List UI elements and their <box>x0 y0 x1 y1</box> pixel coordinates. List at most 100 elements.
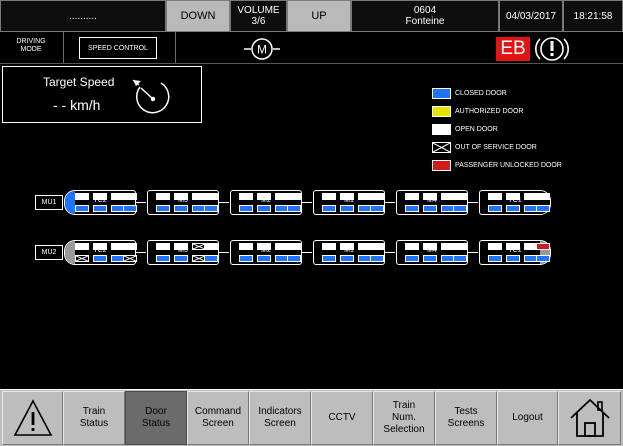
volume-value: 3/6 <box>251 16 266 27</box>
train-car[interactable]: TC1 <box>479 190 551 215</box>
door-closed <box>340 255 354 262</box>
door-closed <box>287 205 301 212</box>
door-closed <box>423 255 437 262</box>
door-open <box>239 243 253 250</box>
door-open <box>536 193 550 200</box>
tests-screens-label: Tests Screens <box>447 406 485 429</box>
indicators-screen-label: Indicators Screen <box>258 406 302 429</box>
volume-down-label: DOWN <box>180 9 216 22</box>
door-open <box>506 193 520 200</box>
cctv-label: CCTV <box>328 412 356 423</box>
legend-label: CLOSED DOOR <box>455 90 507 97</box>
train-car[interactable]: TC1 <box>479 240 551 265</box>
door-open <box>257 243 271 250</box>
cab-end-left <box>65 241 75 264</box>
mode-bar: DRIVING MODE SPEED CONTROL M EB <box>0 32 623 64</box>
door-legend: CLOSED DOOR AUTHORIZED DOOR OPEN DOOR OUT O… <box>432 86 612 176</box>
train-car[interactable]: M1 <box>313 240 385 265</box>
door-closed <box>123 205 137 212</box>
door-open <box>423 193 437 200</box>
time-text: 18:21:58 <box>573 10 613 22</box>
door-closed <box>239 205 253 212</box>
door-closed <box>488 205 502 212</box>
station-display: 0604 Fonteine <box>351 0 499 32</box>
command-screen-button[interactable]: Command Screen <box>187 391 249 445</box>
train-car[interactable]: M3 <box>147 240 219 265</box>
tests-screens-button[interactable]: Tests Screens <box>435 391 497 445</box>
legend-item-oos: OUT OF SERVICE DOOR <box>432 140 612 158</box>
door-open <box>488 193 502 200</box>
door-open <box>75 243 89 250</box>
door-open <box>93 193 107 200</box>
volume-up-button[interactable]: UP <box>287 0 351 32</box>
door-open <box>239 193 253 200</box>
home-button[interactable] <box>558 391 621 445</box>
volume-down-button[interactable]: DOWN <box>166 0 230 32</box>
car-coupler <box>302 202 312 203</box>
station-name: Fonteine <box>405 16 445 27</box>
door-closed <box>423 205 437 212</box>
door-open <box>123 243 137 250</box>
door-closed <box>204 255 218 262</box>
legend-label: OPEN DOOR <box>455 126 498 133</box>
door-open <box>370 193 384 200</box>
car-coupler <box>219 202 229 203</box>
door-open <box>506 243 520 250</box>
train-car[interactable]: TC2 <box>64 240 137 265</box>
target-speed-title: Target Speed <box>43 75 115 89</box>
target-speed-value: - - km/h <box>53 97 101 113</box>
door-open <box>405 193 419 200</box>
car-coupler <box>468 252 478 253</box>
date-display: 04/03/2017 <box>499 0 563 32</box>
alarm-icon <box>535 37 569 61</box>
door-closed <box>75 205 89 212</box>
car-coupler <box>219 252 229 253</box>
target-speed-panel: Target Speed - - km/h <box>2 66 202 123</box>
door-open <box>93 243 107 250</box>
door-status-button[interactable]: Door Status <box>125 391 187 445</box>
door-closed <box>257 205 271 212</box>
train-car[interactable]: TC2 <box>64 190 137 215</box>
warning-button[interactable] <box>2 391 63 445</box>
door-oos <box>123 255 137 262</box>
train-car[interactable]: M4 <box>396 190 468 215</box>
door-closed <box>340 205 354 212</box>
train-status-button[interactable]: Train Status <box>63 391 125 445</box>
door-closed <box>174 205 188 212</box>
speed-control-button[interactable]: SPEED CONTROL <box>79 37 157 59</box>
date-text: 04/03/2017 <box>505 10 557 22</box>
legend-swatch-open <box>432 124 451 135</box>
driving-mode-cell: DRIVING MODE <box>0 32 64 63</box>
door-open <box>75 193 89 200</box>
train-car[interactable]: M3 <box>147 190 219 215</box>
door-closed <box>322 255 336 262</box>
mu-label: MU1 <box>35 195 63 210</box>
train-car[interactable]: M1 <box>313 190 385 215</box>
indicators-screen-button[interactable]: Indicators Screen <box>249 391 311 445</box>
cctv-button[interactable]: CCTV <box>311 391 373 445</box>
door-closed <box>405 205 419 212</box>
command-screen-label: Command Screen <box>194 406 242 429</box>
car-coupler <box>136 252 146 253</box>
door-closed <box>257 255 271 262</box>
train-car[interactable]: M2 <box>230 240 302 265</box>
train-car[interactable]: M4 <box>396 240 468 265</box>
door-closed <box>506 205 520 212</box>
legend-swatch-unlocked <box>432 160 451 171</box>
door-closed <box>287 255 301 262</box>
volume-display: VOLUME 3/6 <box>230 0 287 32</box>
logout-button[interactable]: Logout <box>497 391 558 445</box>
door-open <box>257 193 271 200</box>
door-closed <box>453 205 467 212</box>
volume-up-label: UP <box>311 9 327 22</box>
volume-label: VOLUME <box>237 5 280 16</box>
door-closed <box>93 205 107 212</box>
train-car[interactable]: M2 <box>230 190 302 215</box>
door-open <box>287 243 301 250</box>
message-display: .......... <box>0 0 166 32</box>
logout-label: Logout <box>512 412 543 423</box>
door-closed <box>370 205 384 212</box>
door-status-label: Door Status <box>141 406 171 429</box>
train-num-selection-button[interactable]: Train Num. Selection <box>373 391 435 445</box>
legend-item-unlocked: PASSENGER UNLOCKED DOOR <box>432 158 612 176</box>
